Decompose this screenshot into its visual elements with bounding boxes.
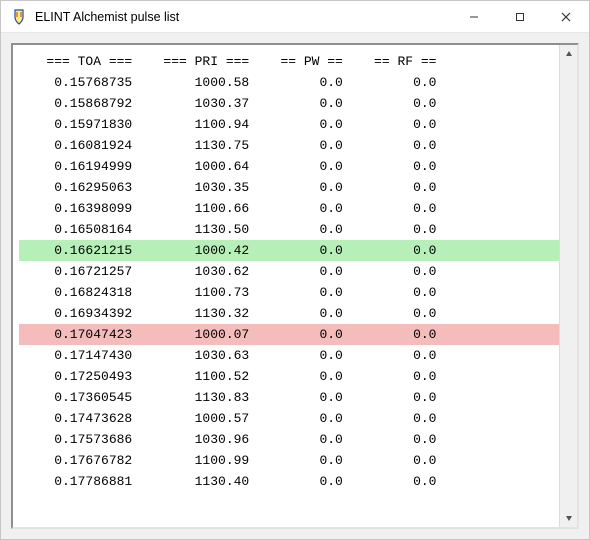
list-item[interactable]: 0.16621215 1000.42 0.0 0.0 bbox=[19, 240, 559, 261]
list-item[interactable]: 0.17786881 1130.40 0.0 0.0 bbox=[19, 471, 559, 492]
list-item[interactable]: 0.17250493 1100.52 0.0 0.0 bbox=[19, 366, 559, 387]
list-item[interactable]: 0.16934392 1130.32 0.0 0.0 bbox=[19, 303, 559, 324]
list-item[interactable]: 0.16721257 1030.62 0.0 0.0 bbox=[19, 261, 559, 282]
app-icon bbox=[11, 9, 27, 25]
titlebar[interactable]: ELINT Alchemist pulse list bbox=[1, 1, 589, 33]
list-item[interactable]: 0.15868792 1030.37 0.0 0.0 bbox=[19, 93, 559, 114]
list-item[interactable]: 0.17676782 1100.99 0.0 0.0 bbox=[19, 450, 559, 471]
scroll-down-button[interactable] bbox=[560, 509, 577, 527]
list-item[interactable]: 0.17473628 1000.57 0.0 0.0 bbox=[19, 408, 559, 429]
app-window: ELINT Alchemist pulse list === TOA === =… bbox=[0, 0, 590, 540]
scroll-track[interactable] bbox=[560, 63, 577, 509]
list-item[interactable]: 0.16824318 1100.73 0.0 0.0 bbox=[19, 282, 559, 303]
list-item[interactable]: 0.16194999 1000.64 0.0 0.0 bbox=[19, 156, 559, 177]
list-item[interactable]: 0.16081924 1130.75 0.0 0.0 bbox=[19, 135, 559, 156]
list-item[interactable]: 0.17047423 1000.07 0.0 0.0 bbox=[19, 324, 559, 345]
close-button[interactable] bbox=[543, 1, 589, 32]
list-item[interactable]: 0.15768735 1000.58 0.0 0.0 bbox=[19, 72, 559, 93]
list-item[interactable]: 0.17147430 1030.63 0.0 0.0 bbox=[19, 345, 559, 366]
vertical-scrollbar[interactable] bbox=[559, 45, 577, 527]
list-frame: === TOA === === PRI === == PW == == RF =… bbox=[11, 43, 579, 529]
header-row: === TOA === === PRI === == PW == == RF =… bbox=[19, 51, 559, 72]
minimize-button[interactable] bbox=[451, 1, 497, 32]
list-item[interactable]: 0.16295063 1030.35 0.0 0.0 bbox=[19, 177, 559, 198]
pulse-listbox[interactable]: === TOA === === PRI === == PW == == RF =… bbox=[13, 45, 559, 527]
maximize-button[interactable] bbox=[497, 1, 543, 32]
list-item[interactable]: 0.17573686 1030.96 0.0 0.0 bbox=[19, 429, 559, 450]
list-item[interactable]: 0.16508164 1130.50 0.0 0.0 bbox=[19, 219, 559, 240]
list-item[interactable]: 0.17360545 1130.83 0.0 0.0 bbox=[19, 387, 559, 408]
window-controls bbox=[451, 1, 589, 32]
list-item[interactable]: 0.15971830 1100.94 0.0 0.0 bbox=[19, 114, 559, 135]
scroll-up-button[interactable] bbox=[560, 45, 577, 63]
client-area: === TOA === === PRI === == PW == == RF =… bbox=[1, 33, 589, 539]
list-item[interactable]: 0.16398099 1100.66 0.0 0.0 bbox=[19, 198, 559, 219]
window-title: ELINT Alchemist pulse list bbox=[35, 10, 451, 24]
